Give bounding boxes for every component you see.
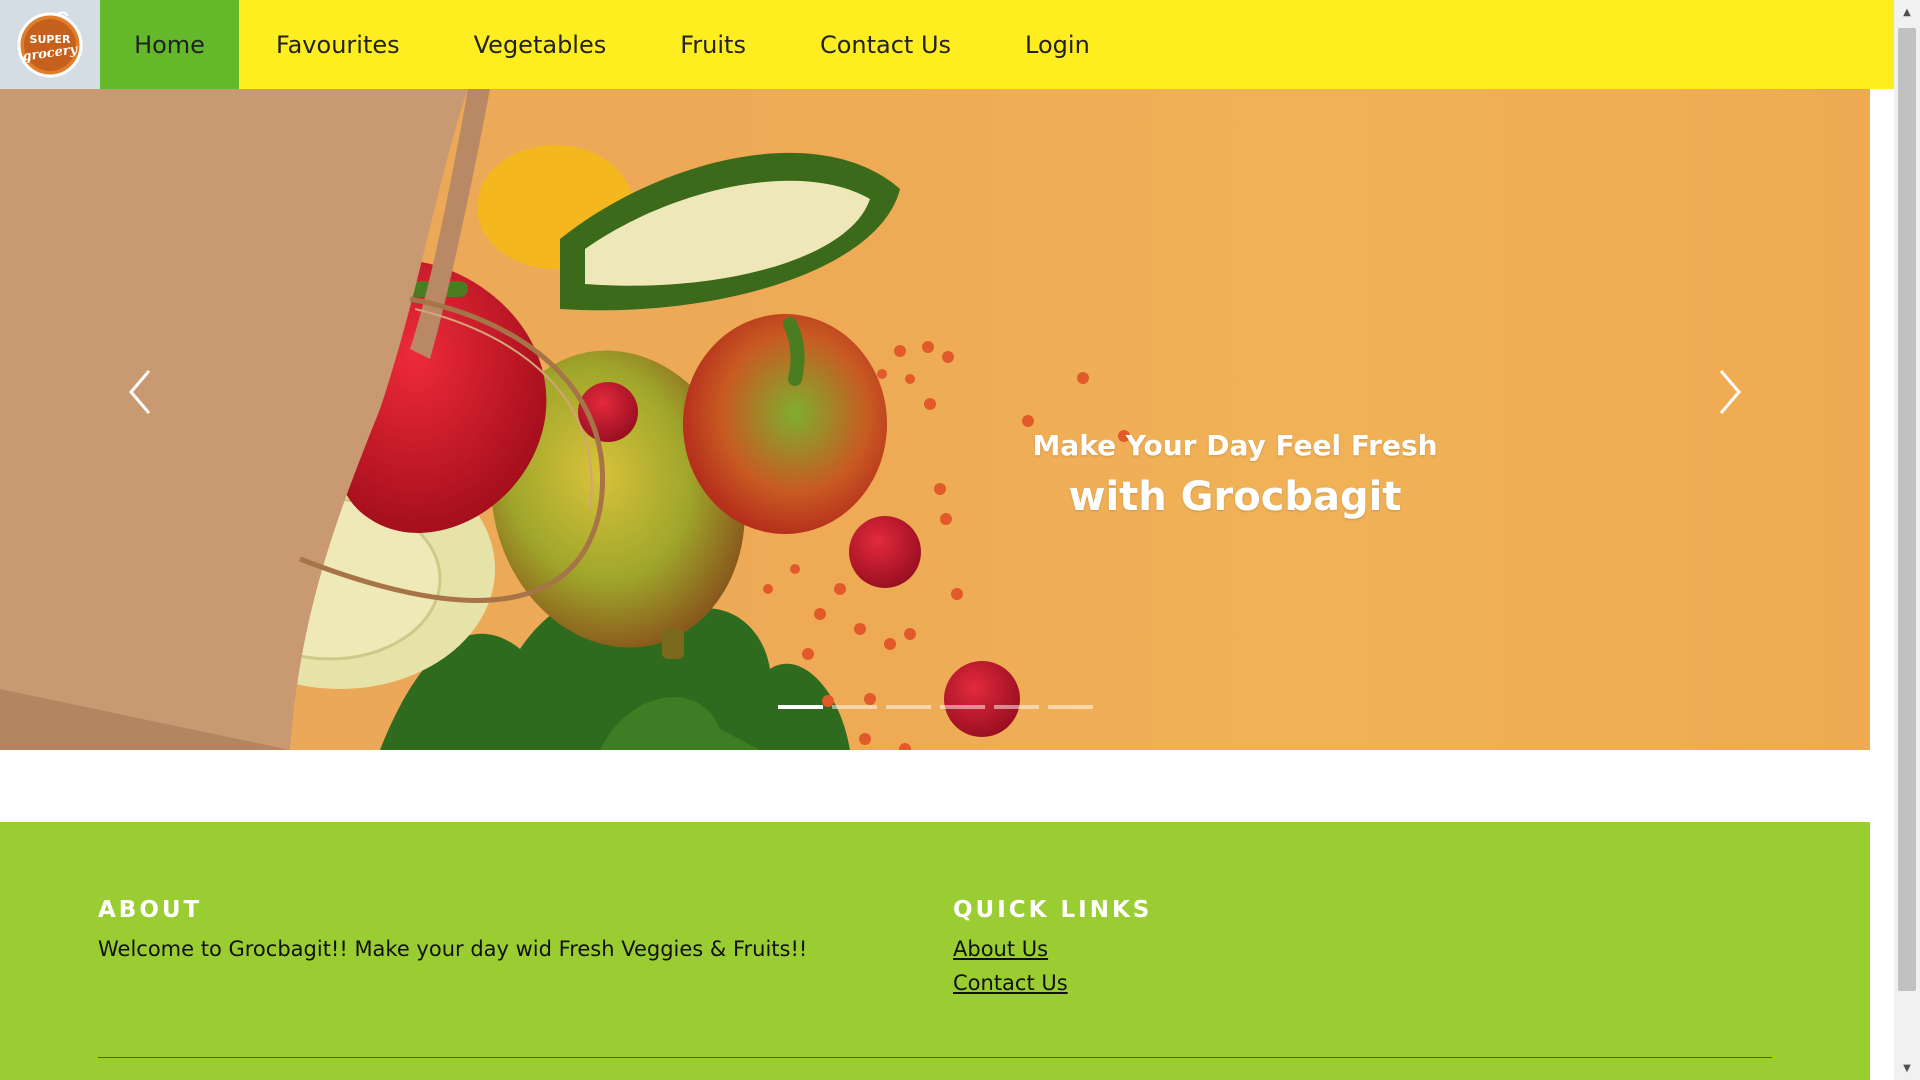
footer-links-heading: QUICK LINKS: [953, 897, 1153, 923]
nav-favourites-label: Favourites: [276, 30, 400, 59]
carousel-prev-button[interactable]: [110, 347, 170, 437]
nav-vegetables-label: Vegetables: [473, 30, 607, 59]
nav-contact-us-label: Contact Us: [819, 30, 952, 59]
nav-contact-us[interactable]: Contact Us: [783, 0, 988, 89]
footer-quick-links: QUICK LINKS About Us Contact Us: [953, 897, 1152, 1005]
top-navbar: SUPER grocery Home Favourites Vegetables…: [0, 0, 1894, 89]
carousel-indicator-2[interactable]: [832, 705, 877, 709]
carousel-indicator-6[interactable]: [1048, 705, 1093, 709]
nav-login-label: Login: [1025, 30, 1090, 59]
scroll-down-icon[interactable]: ▼: [1898, 1060, 1916, 1076]
carousel-indicator-1[interactable]: [778, 705, 823, 709]
nav-vegetables[interactable]: Vegetables: [437, 0, 644, 89]
carousel-next-button[interactable]: [1700, 347, 1760, 437]
nav-fruits-label: Fruits: [680, 30, 746, 59]
carousel-indicator-4[interactable]: [940, 705, 985, 709]
footer-link-about-us[interactable]: About Us: [953, 937, 1152, 961]
scroll-up-icon[interactable]: ▲: [1898, 4, 1916, 20]
chevron-left-icon: [129, 370, 151, 414]
brand-logo[interactable]: SUPER grocery: [0, 0, 100, 89]
nav-login[interactable]: Login: [988, 0, 1127, 89]
carousel-indicators: [778, 705, 1093, 709]
hero-carousel: Make Your Day Feel Fresh with Grocbagit: [0, 89, 1870, 750]
site-footer: ABOUT Welcome to Grocbagit!! Make your d…: [0, 822, 1870, 1080]
nav-favourites[interactable]: Favourites: [239, 0, 437, 89]
footer-about: ABOUT Welcome to Grocbagit!! Make your d…: [98, 897, 807, 961]
hero-caption: Make Your Day Feel Fresh with Grocbagit: [1010, 429, 1460, 520]
hero-caption-line2: with Grocbagit: [1068, 474, 1402, 520]
hero-produce-image: [0, 89, 1130, 750]
footer-divider: [98, 1057, 1772, 1058]
nav-fruits[interactable]: Fruits: [643, 0, 783, 89]
footer-about-text: Welcome to Grocbagit!! Make your day wid…: [98, 937, 808, 961]
chevron-right-icon: [1719, 370, 1741, 414]
nav-home-label: Home: [134, 30, 205, 59]
page-scrollbar-thumb[interactable]: [1898, 28, 1916, 991]
nav-home[interactable]: Home: [100, 0, 239, 89]
footer-about-heading: ABOUT: [98, 897, 203, 923]
carousel-indicator-5[interactable]: [994, 705, 1039, 709]
hero-caption-line1: Make Your Day Feel Fresh: [1032, 429, 1438, 462]
carousel-indicator-3[interactable]: [886, 705, 931, 709]
footer-link-contact-us[interactable]: Contact Us: [953, 971, 1152, 995]
super-grocery-logo: SUPER grocery: [17, 10, 83, 77]
